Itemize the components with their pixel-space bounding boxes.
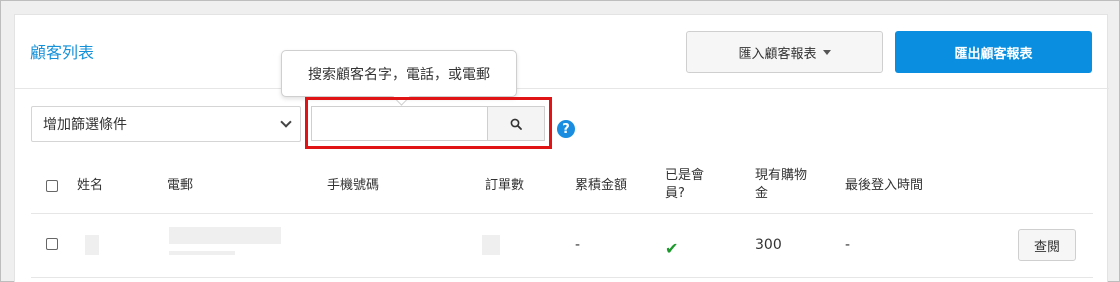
credit-value: 300: [755, 237, 782, 253]
caret-down-icon: [822, 49, 831, 55]
header-divider: [15, 88, 1109, 89]
window-frame: 顧客列表 匯入顧客報表 匯出顧客報表 搜索顧客名字，電話，或電郵 增加篩選條件 …: [0, 0, 1120, 282]
customer-list-panel: 顧客列表 匯入顧客報表 匯出顧客報表 搜索顧客名字，電話，或電郵 增加篩選條件 …: [14, 14, 1109, 282]
import-customers-dropdown[interactable]: 匯入顧客報表: [686, 31, 883, 73]
import-label: 匯入顧客報表: [738, 46, 817, 62]
export-customers-button[interactable]: 匯出顧客報表: [895, 31, 1092, 73]
redacted-email-line: [169, 251, 235, 255]
table-header-divider: [31, 213, 1093, 214]
last-login-value: -: [845, 237, 851, 253]
select-all-checkbox[interactable]: [46, 180, 58, 192]
search-input[interactable]: [311, 106, 489, 141]
redacted-orders: [482, 235, 500, 255]
filter-label: 增加篩選條件: [43, 117, 127, 133]
search-button[interactable]: [487, 106, 545, 141]
view-customer-button[interactable]: 查閱: [1018, 229, 1076, 261]
column-accumulated: 累積金額: [575, 178, 628, 193]
add-filter-select[interactable]: 增加篩選條件: [31, 106, 301, 142]
table-row-divider: [31, 277, 1093, 278]
column-email: 電郵: [167, 178, 194, 193]
column-name: 姓名: [77, 178, 104, 193]
row-checkbox[interactable]: [46, 238, 58, 250]
column-orders: 訂單數: [485, 178, 525, 193]
page-title: 顧客列表: [30, 43, 95, 62]
member-check-icon: ✔: [665, 239, 679, 258]
accumulated-value: -: [575, 237, 581, 253]
redacted-name: [85, 235, 99, 255]
redacted-email: [169, 227, 281, 244]
search-icon: [510, 118, 522, 130]
chevron-down-icon: [280, 116, 292, 128]
column-credit: 現有購物 金: [755, 168, 808, 201]
column-last-login: 最後登入時間: [845, 178, 924, 193]
search-tooltip: 搜索顧客名字，電話，或電郵: [281, 50, 517, 97]
column-mobile: 手機號碼: [327, 178, 380, 193]
help-icon[interactable]: ?: [557, 120, 575, 138]
column-is-member: 已是會 員?: [665, 168, 705, 201]
